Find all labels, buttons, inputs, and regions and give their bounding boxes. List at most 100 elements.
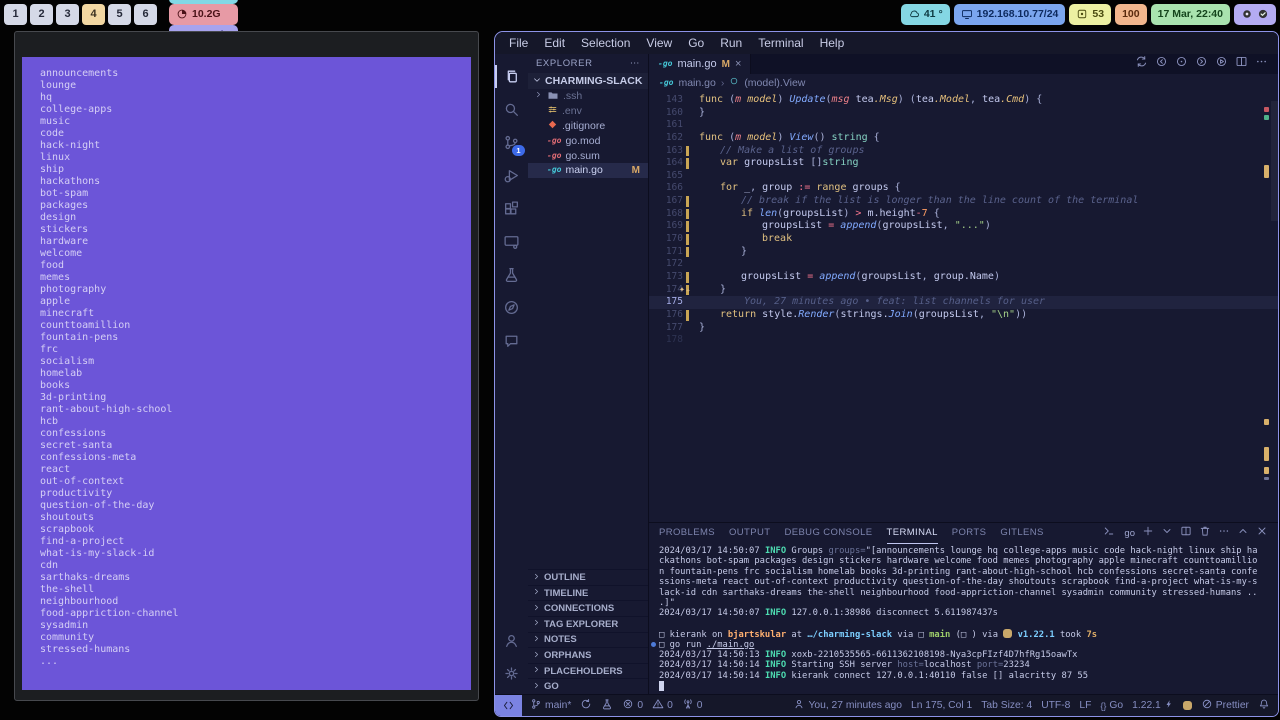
- section-placeholders[interactable]: PLACEHOLDERS: [528, 663, 648, 679]
- activity-accounts[interactable]: [495, 624, 528, 657]
- action-more-icon[interactable]: [1255, 55, 1268, 73]
- workspace-button-4[interactable]: 4: [82, 4, 105, 25]
- panel-action-trash-icon[interactable]: [1199, 524, 1211, 542]
- activity-run-debug[interactable]: [495, 159, 528, 192]
- status-eol[interactable]: LF: [1079, 700, 1091, 711]
- action-compare-icon[interactable]: [1135, 55, 1148, 73]
- activity-source-control[interactable]: 1: [495, 126, 528, 159]
- status-gopher[interactable]: [1183, 701, 1192, 710]
- panel-tab-gitlens[interactable]: GITLENS: [1000, 523, 1043, 544]
- panel-action-plus-icon[interactable]: [1142, 524, 1154, 542]
- breadcrumb-symbol[interactable]: (model).View: [744, 77, 805, 89]
- panel-action-chevup-icon[interactable]: [1237, 524, 1249, 542]
- status-go-version[interactable]: 1.22.1: [1132, 699, 1174, 712]
- panel-action-close-icon[interactable]: [1256, 524, 1268, 542]
- status-cursor-position[interactable]: Ln 175, Col 1: [911, 700, 972, 711]
- activity-search[interactable]: [495, 93, 528, 126]
- panel-action-more-icon[interactable]: [1218, 524, 1230, 542]
- action-circle-right-icon[interactable]: [1195, 55, 1208, 73]
- file-item-env[interactable]: .env: [528, 104, 648, 119]
- panel-action-chevdown-icon[interactable]: [1161, 524, 1173, 542]
- menu-bar: FileEditSelectionViewGoRunTerminalHelp: [495, 32, 1278, 54]
- clock-widget[interactable]: 17 Mar, 22:40: [1151, 4, 1230, 25]
- menu-item-go[interactable]: Go: [680, 36, 712, 50]
- panel-tab-terminal[interactable]: TERMINAL: [887, 523, 938, 544]
- workspace-button-2[interactable]: 2: [30, 4, 53, 25]
- file-item-go.mod[interactable]: -gogo.mod: [528, 133, 648, 148]
- status-errors[interactable]: 0: [622, 698, 643, 713]
- command-decoration[interactable]: [651, 642, 656, 647]
- section-orphans[interactable]: ORPHANS: [528, 647, 648, 663]
- panel-tab-problems[interactable]: PROBLEMS: [659, 523, 715, 544]
- code-editor[interactable]: 143func (m model) Update(msg tea.Msg) (t…: [649, 91, 1278, 522]
- file-item-main.go[interactable]: -gomain.goM: [528, 163, 648, 178]
- workspace-button-5[interactable]: 5: [108, 4, 131, 25]
- breadcrumb-file[interactable]: main.go: [678, 77, 715, 89]
- status-gitlens-mode[interactable]: [601, 698, 613, 713]
- section-connections[interactable]: CONNECTIONS: [528, 600, 648, 616]
- status-ports[interactable]: 0: [682, 698, 703, 713]
- workspace-button-3[interactable]: 3: [56, 4, 79, 25]
- menu-item-view[interactable]: View: [638, 36, 680, 50]
- menu-item-selection[interactable]: Selection: [573, 36, 638, 50]
- tree-root-charming-slack[interactable]: CHARMING-SLACK: [528, 73, 648, 89]
- menu-item-help[interactable]: Help: [812, 36, 853, 50]
- menu-item-edit[interactable]: Edit: [536, 36, 573, 50]
- file-item-ssh[interactable]: .ssh: [528, 89, 648, 104]
- action-circle-icon[interactable]: [1175, 55, 1188, 73]
- status-notifications[interactable]: [1258, 698, 1270, 713]
- panel-tab-ports[interactable]: PORTS: [952, 523, 987, 544]
- status-blame[interactable]: You, 27 minutes ago: [793, 698, 902, 713]
- workspace-button-1[interactable]: 1: [4, 4, 27, 25]
- menu-item-terminal[interactable]: Terminal: [750, 36, 811, 50]
- close-tab-icon[interactable]: ×: [735, 58, 741, 70]
- activity-explorer[interactable]: [495, 60, 528, 93]
- status-git-branch[interactable]: main*: [530, 698, 571, 713]
- channel-item: the-shell: [40, 584, 467, 596]
- status-prettier[interactable]: Prettier: [1201, 698, 1249, 713]
- channel-item: confessions: [40, 428, 467, 440]
- activity-remote-explorer[interactable]: [495, 225, 528, 258]
- battery-pct-widget[interactable]: 100: [1115, 4, 1147, 25]
- memory-widget[interactable]: 10.2G: [169, 4, 238, 25]
- activity-extensions[interactable]: [495, 192, 528, 225]
- menu-item-run[interactable]: Run: [712, 36, 750, 50]
- integrated-terminal[interactable]: 2024/03/17 14:50:07 INFO Groups groups="…: [649, 543, 1278, 694]
- terminal-shell-icon[interactable]: [1103, 524, 1115, 542]
- workspace-button-6[interactable]: 6: [134, 4, 157, 25]
- section-outline[interactable]: OUTLINE: [528, 569, 648, 585]
- status-warnings[interactable]: 0: [652, 698, 673, 713]
- activity-testing[interactable]: [495, 258, 528, 291]
- remote-indicator[interactable]: [495, 695, 522, 716]
- section-notes[interactable]: NOTES: [528, 632, 648, 648]
- status-language[interactable]: {}Go: [1100, 700, 1123, 711]
- network-widget[interactable]: 192.168.10.77/24: [954, 4, 1066, 25]
- explorer-more-icon[interactable]: ⋯: [630, 58, 640, 69]
- activity-gitlens[interactable]: [495, 291, 528, 324]
- section-timeline[interactable]: TIMELINE: [528, 585, 648, 601]
- weather-widget[interactable]: 41 °: [901, 4, 950, 25]
- status-tab-size[interactable]: Tab Size: 4: [981, 700, 1032, 711]
- terminal-viewport[interactable]: announcementsloungehqcollege-appsmusicco…: [22, 57, 471, 690]
- menu-item-file[interactable]: File: [501, 36, 536, 50]
- brightness-widget[interactable]: 53: [1069, 4, 1111, 25]
- action-circle-left-icon[interactable]: [1155, 55, 1168, 73]
- panel-tab-debug-console[interactable]: DEBUG CONSOLE: [784, 523, 872, 544]
- action-circle-play-icon[interactable]: [1215, 55, 1228, 73]
- file-item-go.sum[interactable]: -gogo.sum: [528, 148, 648, 163]
- status-encoding[interactable]: UTF-8: [1041, 700, 1070, 711]
- file-item-gitignore[interactable]: .gitignore: [528, 119, 648, 134]
- section-go[interactable]: GO: [528, 678, 648, 694]
- panel-action-split-icon[interactable]: [1180, 524, 1192, 542]
- tab-main-go[interactable]: -go main.go M ×: [649, 54, 751, 74]
- action-split-icon[interactable]: [1235, 55, 1248, 73]
- panel-tab-output[interactable]: OUTPUT: [729, 523, 770, 544]
- battery-widget[interactable]: 2%: [169, 0, 238, 4]
- tray-widget[interactable]: [1234, 4, 1276, 25]
- activity-settings[interactable]: [495, 657, 528, 690]
- status-bar: main*000 You, 27 minutes agoLn 175, Col …: [495, 694, 1278, 716]
- section-tag-explorer[interactable]: TAG EXPLORER: [528, 616, 648, 632]
- activity-comments[interactable]: [495, 324, 528, 357]
- channel-item: hardware: [40, 236, 467, 248]
- status-sync[interactable]: [580, 698, 592, 713]
